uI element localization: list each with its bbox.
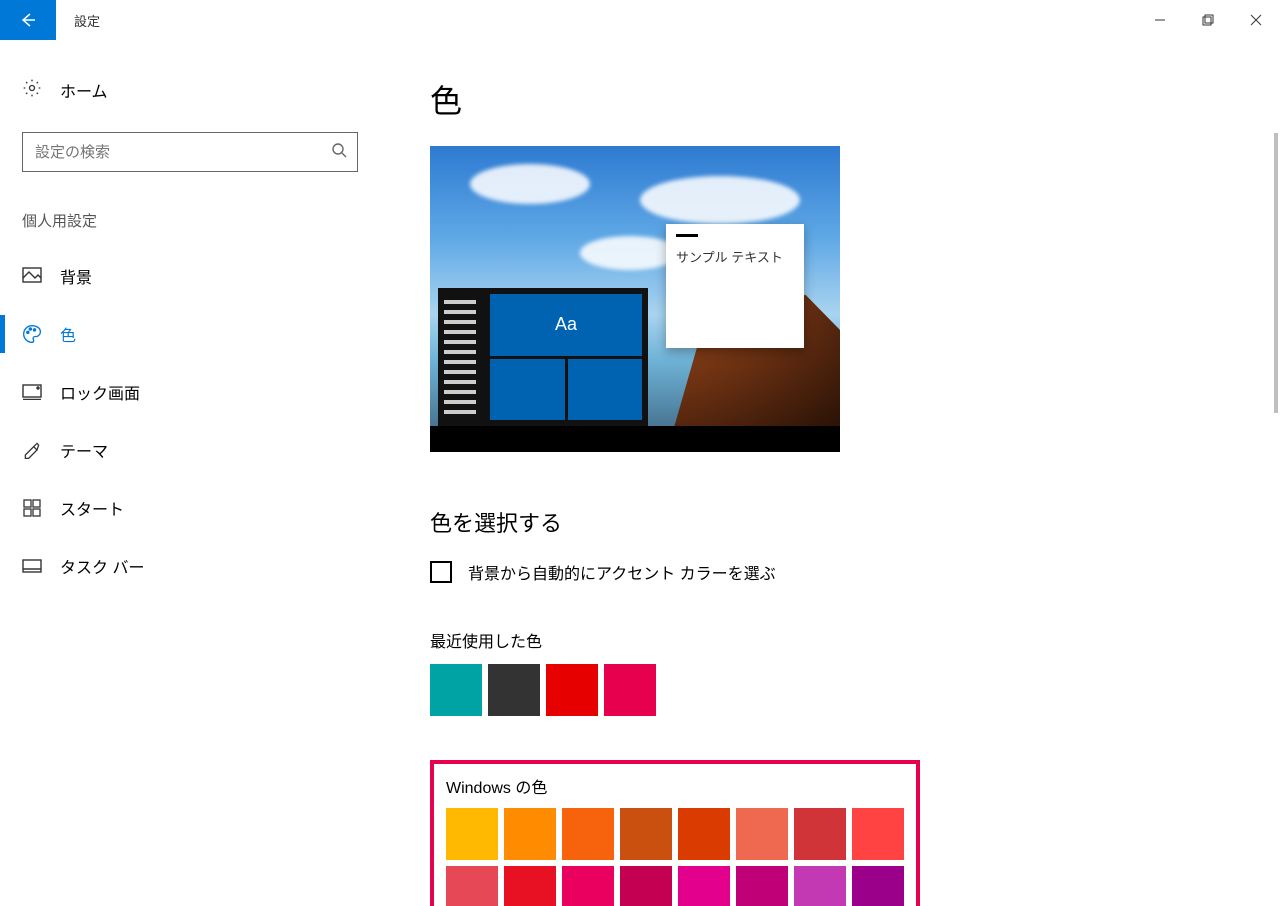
auto-pick-checkbox-row[interactable]: 背景から自動的にアクセント カラーを選ぶ bbox=[430, 560, 1240, 584]
sidebar: ホーム 個人用設定 背景 bbox=[0, 40, 380, 906]
color-swatch[interactable] bbox=[852, 808, 904, 860]
page-heading: 色 bbox=[430, 76, 1240, 122]
recent-colors-row bbox=[430, 664, 1240, 716]
start-icon bbox=[22, 499, 42, 517]
titlebar: 設定 bbox=[0, 0, 1280, 40]
sidebar-item-label: スタート bbox=[60, 496, 124, 520]
color-swatch[interactable] bbox=[620, 866, 672, 906]
taskbar-icon bbox=[22, 559, 42, 573]
content-area: 色 Aa bbox=[380, 40, 1280, 906]
sidebar-item-label: ロック画面 bbox=[60, 380, 140, 404]
recent-color-swatch[interactable] bbox=[430, 664, 482, 716]
color-swatch[interactable] bbox=[562, 866, 614, 906]
preview-tile-text: Aa bbox=[490, 294, 642, 356]
sidebar-item-taskbar[interactable]: タスク バー bbox=[0, 537, 380, 595]
color-swatch[interactable] bbox=[678, 866, 730, 906]
minimize-button[interactable] bbox=[1136, 0, 1184, 40]
color-row bbox=[446, 866, 904, 906]
sidebar-item-themes[interactable]: テーマ bbox=[0, 421, 380, 479]
sidebar-item-colors[interactable]: 色 bbox=[0, 305, 380, 363]
color-swatch[interactable] bbox=[794, 808, 846, 860]
sidebar-section-header: 個人用設定 bbox=[0, 210, 380, 231]
recent-colors-label: 最近使用した色 bbox=[430, 628, 1240, 652]
sidebar-item-label: 背景 bbox=[60, 264, 92, 288]
preview-taskbar bbox=[430, 426, 840, 452]
color-swatch[interactable] bbox=[446, 866, 498, 906]
sidebar-item-lockscreen[interactable]: ロック画面 bbox=[0, 363, 380, 421]
gear-icon bbox=[22, 78, 42, 102]
auto-pick-label: 背景から自動的にアクセント カラーを選ぶ bbox=[468, 560, 776, 584]
search-input[interactable] bbox=[35, 144, 331, 161]
windows-colors-grid bbox=[446, 808, 904, 906]
windows-colors-highlight-box: Windows の色 bbox=[430, 760, 920, 906]
search-box[interactable] bbox=[22, 132, 358, 172]
preview-sample-window: サンプル テキスト bbox=[666, 224, 804, 348]
color-swatch[interactable] bbox=[562, 808, 614, 860]
choose-color-heading: 色を選択する bbox=[430, 506, 1240, 538]
minimize-icon bbox=[1154, 14, 1166, 26]
search-icon bbox=[331, 142, 347, 162]
theme-icon bbox=[22, 440, 42, 460]
window-controls bbox=[1136, 0, 1280, 40]
sidebar-item-start[interactable]: スタート bbox=[0, 479, 380, 537]
sidebar-item-label: テーマ bbox=[60, 438, 108, 462]
scrollbar-thumb[interactable] bbox=[1274, 133, 1278, 413]
color-swatch[interactable] bbox=[736, 808, 788, 860]
recent-color-swatch[interactable] bbox=[604, 664, 656, 716]
sidebar-item-label: 色 bbox=[60, 322, 76, 346]
preview-sample-text: サンプル テキスト bbox=[676, 247, 794, 266]
close-icon bbox=[1250, 14, 1262, 26]
color-swatch[interactable] bbox=[794, 866, 846, 906]
color-preview: Aa サンプル テキスト bbox=[430, 146, 840, 452]
color-swatch[interactable] bbox=[736, 866, 788, 906]
back-button[interactable] bbox=[0, 0, 56, 40]
palette-icon bbox=[22, 324, 42, 344]
maximize-icon bbox=[1202, 14, 1214, 26]
windows-colors-label: Windows の色 bbox=[446, 774, 904, 798]
color-swatch[interactable] bbox=[620, 808, 672, 860]
preview-start-menu: Aa bbox=[438, 288, 648, 426]
window-title: 設定 bbox=[56, 0, 100, 40]
maximize-button[interactable] bbox=[1184, 0, 1232, 40]
sidebar-item-background[interactable]: 背景 bbox=[0, 247, 380, 305]
sidebar-item-label: タスク バー bbox=[60, 554, 144, 578]
close-button[interactable] bbox=[1232, 0, 1280, 40]
checkbox-icon[interactable] bbox=[430, 561, 452, 583]
home-button[interactable]: ホーム bbox=[0, 70, 380, 110]
color-swatch[interactable] bbox=[678, 808, 730, 860]
color-row bbox=[446, 808, 904, 860]
color-swatch[interactable] bbox=[504, 866, 556, 906]
color-swatch[interactable] bbox=[852, 866, 904, 906]
lockscreen-icon bbox=[22, 384, 42, 400]
picture-icon bbox=[22, 267, 42, 285]
home-label: ホーム bbox=[60, 78, 108, 102]
recent-color-swatch[interactable] bbox=[546, 664, 598, 716]
arrow-left-icon bbox=[18, 10, 38, 30]
recent-color-swatch[interactable] bbox=[488, 664, 540, 716]
color-swatch[interactable] bbox=[446, 808, 498, 860]
color-swatch[interactable] bbox=[504, 808, 556, 860]
